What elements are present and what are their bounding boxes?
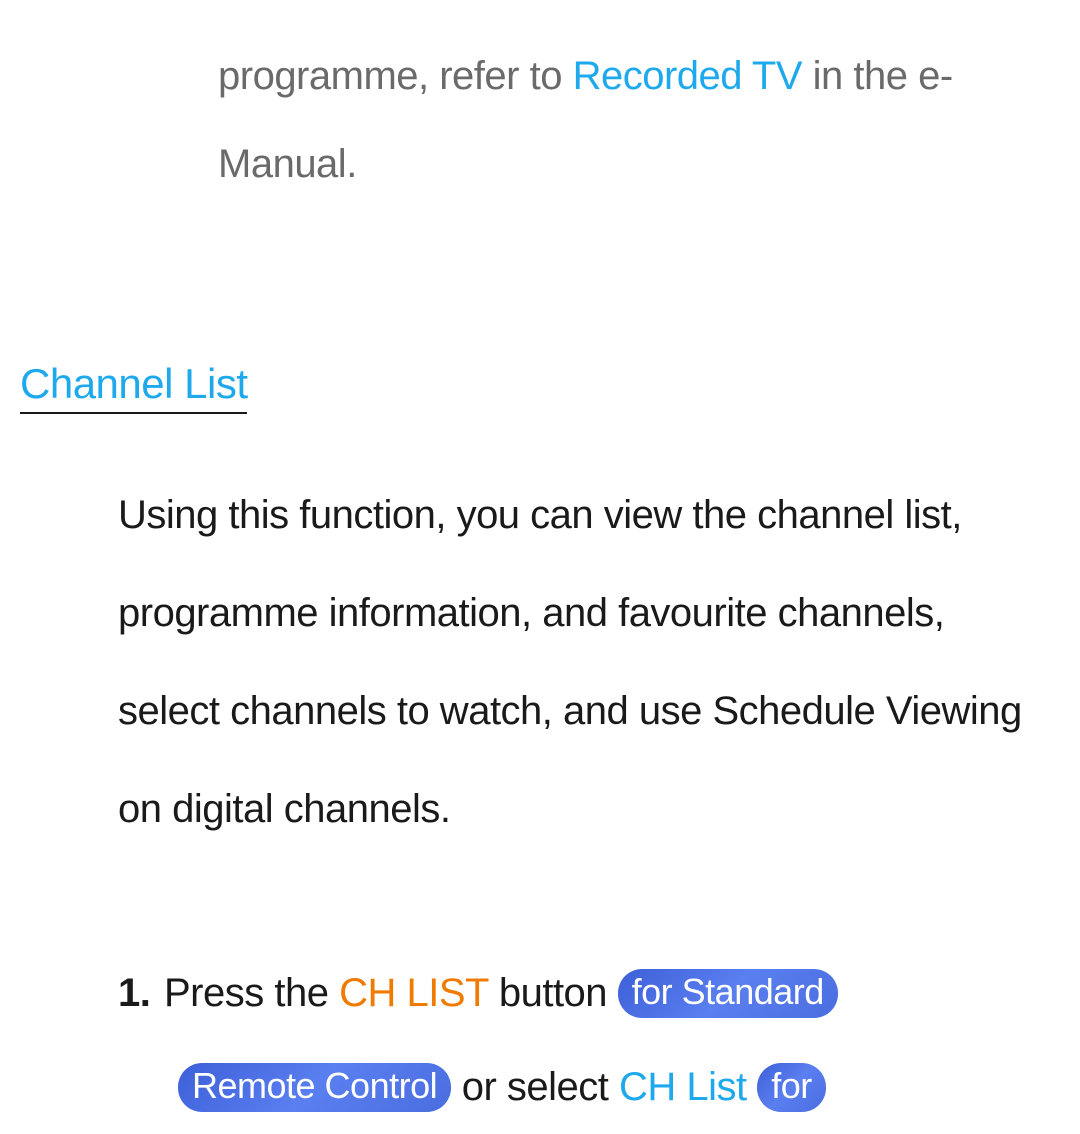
step-1: 1.Press the CH LIST button for Standard … bbox=[118, 946, 1060, 1134]
recorded-tv-link[interactable]: Recorded TV bbox=[573, 54, 802, 98]
pill-remote-control: Remote Control bbox=[178, 1063, 451, 1112]
ch-list-button-label: CH LIST bbox=[339, 971, 488, 1015]
section-description: Using this function, you can view the ch… bbox=[118, 466, 1040, 858]
ch-list-link[interactable]: CH List bbox=[619, 1065, 747, 1109]
pill-for: for bbox=[757, 1063, 826, 1112]
step-part1: Press the bbox=[164, 971, 339, 1015]
step-line-2: Remote Control or select CH List for bbox=[118, 1040, 1060, 1134]
fragment-part1: programme, refer to bbox=[218, 54, 573, 98]
step-part4 bbox=[747, 1065, 758, 1109]
step-line-1: 1.Press the CH LIST button for Standard bbox=[118, 946, 1060, 1040]
section-heading-channel-list: Channel List bbox=[20, 360, 247, 414]
fragment-text: programme, refer to Recorded TV in the e… bbox=[218, 32, 1060, 208]
step-part2: button bbox=[488, 971, 617, 1015]
pill-for-standard: for Standard bbox=[618, 969, 838, 1018]
step-part3: or select bbox=[451, 1065, 619, 1109]
step-number: 1. bbox=[118, 946, 164, 1040]
